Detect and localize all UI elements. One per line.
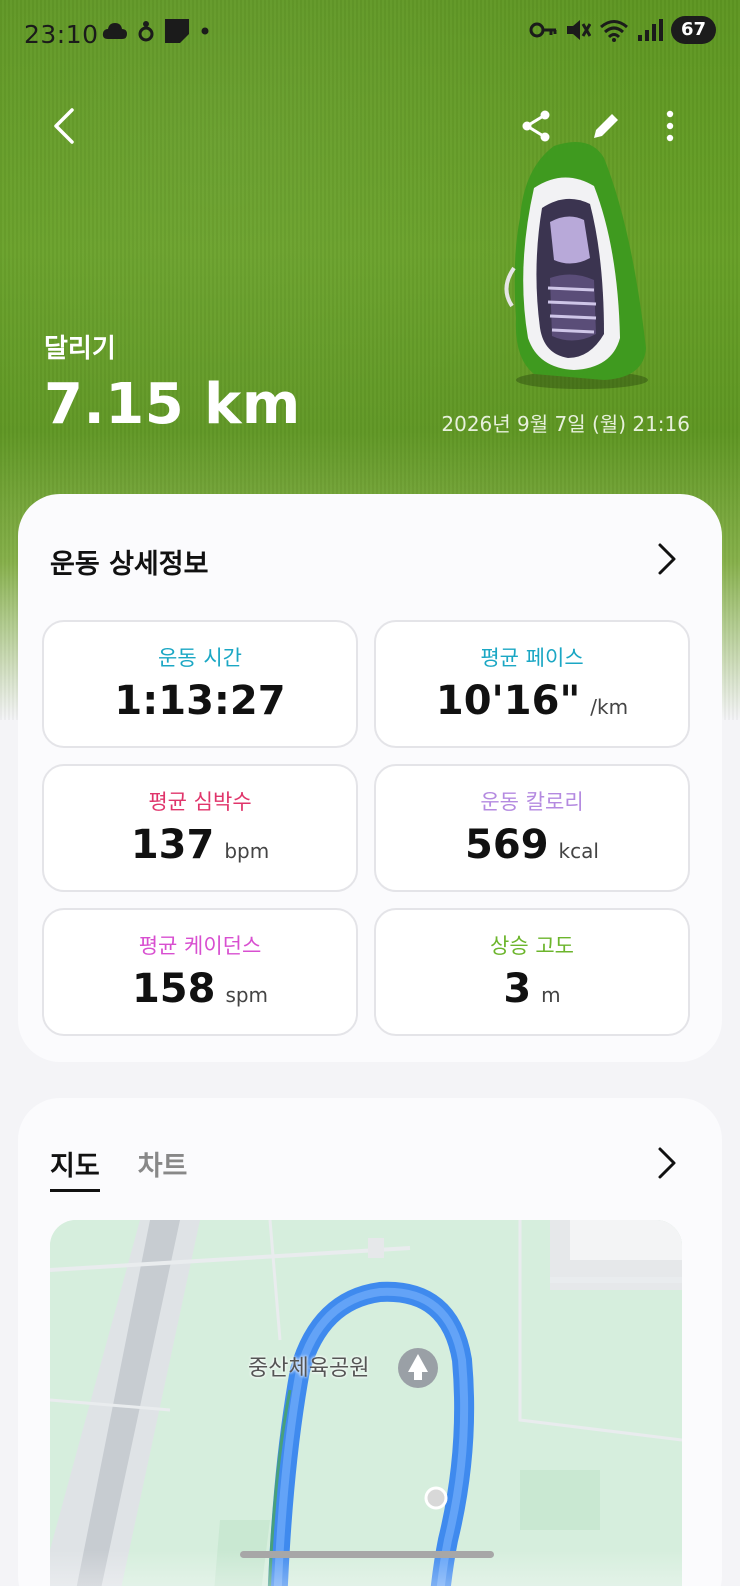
metric-value: 10'16" <box>435 678 581 724</box>
chevron-right-icon <box>658 1147 676 1179</box>
metric-value-row: 3 m <box>376 966 688 1012</box>
park-marker-icon <box>398 1348 438 1388</box>
chevron-left-icon <box>54 108 74 144</box>
chevron-right-icon <box>658 543 676 575</box>
activity-datetime: 2026년 9월 7일 (월) 21:16 <box>441 412 690 436</box>
map-place-label: 중산체육공원 <box>248 1356 370 1381</box>
back-button[interactable] <box>34 96 94 156</box>
metric-unit: spm <box>225 983 269 1007</box>
metric-label: 운동 칼로리 <box>480 790 584 814</box>
metric-value: 137 <box>130 822 215 868</box>
cloud-icon <box>102 23 127 39</box>
metric-unit: /km <box>590 695 629 719</box>
metric-label: 평균 케이던스 <box>138 934 262 958</box>
map-chart-card: 지도 차트 중산체육공원 <box>18 1098 722 1586</box>
metric-average-heart-rate[interactable]: 평균 심박수 137 bpm <box>42 764 358 892</box>
metric-unit: kcal <box>558 839 599 863</box>
metric-unit: m <box>541 983 561 1007</box>
home-indicator[interactable] <box>240 1551 494 1558</box>
status-bar: 23:10 67 <box>0 0 740 70</box>
metric-average-cadence[interactable]: 평균 케이던스 158 spm <box>42 908 358 1036</box>
notification-icon <box>138 21 154 42</box>
route-map[interactable]: 중산체육공원 <box>50 1220 682 1586</box>
mute-icon <box>566 20 591 40</box>
dot-icon <box>201 27 209 35</box>
metric-value-row: 137 bpm <box>44 822 356 868</box>
metric-value-row: 569 kcal <box>376 822 688 868</box>
metric-value: 1:13:27 <box>114 678 286 724</box>
map-chart-tabs: 지도 차트 <box>50 1144 187 1192</box>
metric-average-pace[interactable]: 평균 페이스 10'16" /km <box>374 620 690 748</box>
wifi-icon <box>599 20 628 42</box>
battery-indicator: 67 <box>670 16 716 44</box>
signal-icon <box>637 19 663 41</box>
metric-value-row: 10'16" /km <box>376 678 688 724</box>
route-start-marker <box>424 1486 448 1510</box>
metric-label: 운동 시간 <box>158 646 242 670</box>
metric-value: 3 <box>503 966 532 1012</box>
details-expand-button[interactable] <box>642 534 692 584</box>
activity-type: 달리기 <box>44 334 116 364</box>
metric-elevation-gain[interactable]: 상승 고도 3 m <box>374 908 690 1036</box>
status-right-icons: 67 <box>529 16 716 44</box>
tab-map[interactable]: 지도 <box>50 1144 100 1192</box>
status-left-icons <box>102 18 210 44</box>
details-title: 운동 상세정보 <box>50 549 209 580</box>
map-expand-button[interactable] <box>642 1138 692 1188</box>
tab-chart[interactable]: 차트 <box>138 1144 188 1192</box>
metric-unit: bpm <box>224 839 270 863</box>
sticky-note-icon <box>165 19 189 43</box>
metric-calories[interactable]: 운동 칼로리 569 kcal <box>374 764 690 892</box>
running-shoe-illustration <box>504 142 648 389</box>
more-vertical-icon <box>666 110 674 142</box>
total-distance: 7.15 km <box>44 372 301 437</box>
metric-value-row: 1:13:27 <box>44 678 356 724</box>
metric-workout-time[interactable]: 운동 시간 1:13:27 <box>42 620 358 748</box>
metric-value-row: 158 spm <box>44 966 356 1012</box>
route-map-drawing <box>50 1220 682 1586</box>
workout-details-card: 운동 상세정보 운동 시간 1:13:27 평균 페이스 10'16" /km … <box>18 494 722 1062</box>
metric-value: 158 <box>131 966 216 1012</box>
metric-value: 569 <box>465 822 549 868</box>
metric-label: 상승 고도 <box>490 934 574 958</box>
metric-label: 평균 페이스 <box>480 646 584 670</box>
key-icon <box>529 22 557 38</box>
status-time: 23:10 <box>24 20 99 49</box>
metric-label: 평균 심박수 <box>148 790 252 814</box>
